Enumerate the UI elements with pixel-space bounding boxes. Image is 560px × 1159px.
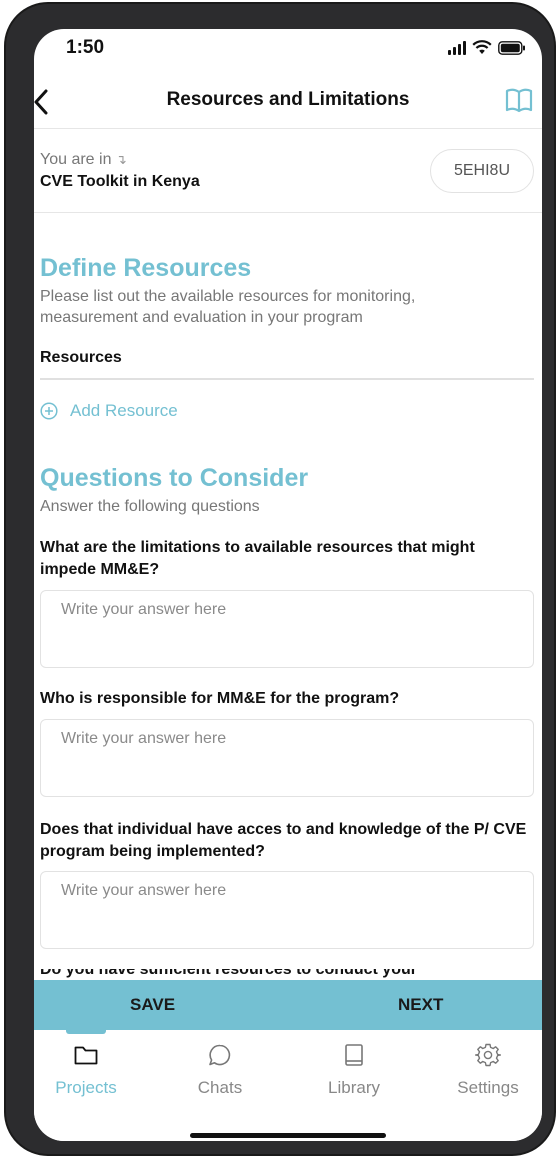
project-name: CVE Toolkit in Kenya xyxy=(40,173,200,190)
tab-chats-label: Chats xyxy=(197,1078,243,1097)
cellular-signal-icon xyxy=(448,41,466,55)
tab-settings-label: Settings xyxy=(457,1078,519,1097)
active-tab-indicator xyxy=(66,1030,106,1034)
chat-bubble-icon xyxy=(209,1044,231,1066)
open-book-icon[interactable] xyxy=(504,85,534,115)
questions-subtitle: Answer the following questions xyxy=(40,498,260,515)
app-header: Resources and Limitations xyxy=(34,79,542,129)
plus-circle-icon xyxy=(40,402,58,420)
question-2: Who is responsible for MM&E for the prog… xyxy=(40,690,400,707)
return-arrow-icon: ↴ xyxy=(115,152,127,167)
status-bar: 1:50 xyxy=(34,29,542,69)
phone-frame: 1:50 Resources and Limitations You are i… xyxy=(4,2,556,1156)
resources-list-label: Resources xyxy=(40,349,122,366)
tab-library[interactable]: Library xyxy=(299,1042,409,1098)
tab-chats[interactable]: Chats xyxy=(165,1042,275,1098)
location-label: You are in ↴ xyxy=(40,151,127,168)
tab-settings[interactable]: Settings xyxy=(433,1042,542,1098)
question-1: What are the limitations to available re… xyxy=(40,539,475,578)
define-resources-description: Please list out the available resources … xyxy=(40,288,416,326)
tab-projects[interactable]: Projects xyxy=(34,1042,141,1098)
add-resource-button[interactable]: Add Resource xyxy=(40,401,178,421)
answer-field-3[interactable] xyxy=(40,871,534,949)
save-button[interactable]: SAVE xyxy=(130,980,175,1030)
folder-icon xyxy=(74,1046,98,1065)
app-screen: 1:50 Resources and Limitations You are i… xyxy=(34,29,542,1141)
gear-icon xyxy=(475,1043,501,1067)
resources-divider xyxy=(40,378,534,380)
project-code-badge[interactable]: 5EHI8U xyxy=(430,149,534,193)
answer-field-1[interactable] xyxy=(40,590,534,668)
add-resource-label: Add Resource xyxy=(70,401,178,420)
battery-icon xyxy=(498,41,525,55)
define-resources-heading: Define Resources xyxy=(40,254,252,282)
project-location: You are in ↴ CVE Toolkit in Kenya 5EHI8U xyxy=(34,129,542,213)
next-button[interactable]: NEXT xyxy=(398,980,443,1030)
home-indicator xyxy=(190,1133,386,1138)
tab-library-label: Library xyxy=(328,1078,380,1097)
answer-field-2[interactable] xyxy=(40,719,534,797)
question-3: Does that individual have acces to and k… xyxy=(40,821,527,860)
action-bar: SAVE NEXT xyxy=(34,980,542,1030)
questions-heading: Questions to Consider xyxy=(40,464,309,492)
tab-projects-label: Projects xyxy=(55,1078,117,1097)
book-icon xyxy=(345,1044,363,1066)
question-4: Do you have sufficient resources to cond… xyxy=(40,969,417,978)
status-icons xyxy=(448,40,526,55)
wifi-icon xyxy=(472,40,492,54)
bottom-tab-bar: Projects Chats Library Settings xyxy=(34,1030,542,1141)
page-title: Resources and Limitations xyxy=(166,89,410,110)
status-time: 1:50 xyxy=(66,37,105,58)
